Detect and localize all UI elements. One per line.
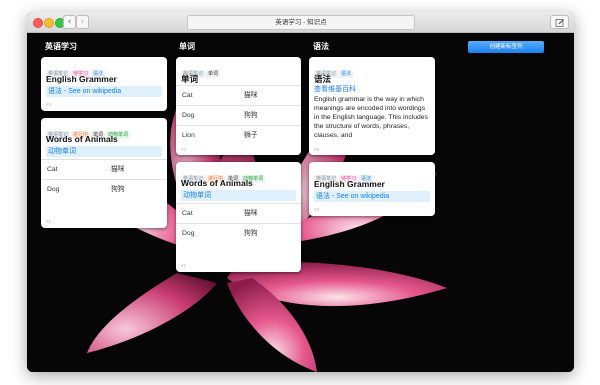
column-title-english-study: 英语学习 xyxy=(45,42,77,51)
translation-cell: 猫咪 xyxy=(244,210,258,217)
word-cell: Dog xyxy=(182,230,195,237)
table-row: Dog 狗狗 xyxy=(176,223,301,243)
card-words-of-animals[interactable]: 英语笔记 进行中 单词 动物单词 Words of Animals 动物单词 Cat … xyxy=(41,118,167,228)
card-subtitle-link[interactable]: 语法 - See on wikipedia xyxy=(46,86,162,97)
card-subtitle[interactable]: 动物单词 xyxy=(181,190,296,201)
card-id: #1 xyxy=(181,263,187,268)
board: 英语学习 单词 语法 创建新标签列 英语笔记 待学习 语法 English Gram… xyxy=(27,33,574,372)
card-english-grammar[interactable]: 英语笔记 待学习 语法 English Grammer 语法 - See on wi… xyxy=(309,162,435,216)
word-cell: Dog xyxy=(47,186,60,193)
card-title: 单词 xyxy=(181,74,199,84)
word-cell: Lion xyxy=(182,132,195,139)
card-grammar[interactable]: 英语笔记 语法 语法 查看维基百科 English grammar is the … xyxy=(309,57,435,155)
table-row: Lion 狮子 xyxy=(176,125,301,145)
translation-cell: 猫咪 xyxy=(244,92,258,99)
card-title: 语法 xyxy=(314,74,332,84)
card-subtitle[interactable]: 动物单词 xyxy=(46,146,162,157)
translation-cell: 狗狗 xyxy=(244,230,258,237)
card-title: English Grammer xyxy=(314,179,385,189)
card-words[interactable]: 英语笔记 单词 单词 Cat 猫咪 Dog 狗狗 Lion 狮子 #4 xyxy=(176,57,301,155)
table-row: Dog 狗狗 xyxy=(176,105,301,125)
card-words-of-animals[interactable]: 英语笔记 进行中 单词 动物单词 Words of Animals 动物单词 Cat … xyxy=(176,162,301,272)
tag-grammar[interactable]: 语法 xyxy=(339,70,354,78)
close-window-button[interactable] xyxy=(33,18,43,28)
table-row: Cat 猫咪 xyxy=(176,203,301,223)
card-title: Words of Animals xyxy=(181,178,253,188)
card-english-grammar[interactable]: 英语笔记 待学习 语法 English Grammer 语法 - See on wi… xyxy=(41,57,167,111)
card-id: #3 xyxy=(314,207,320,212)
card-body-text: English grammar is the way in which mean… xyxy=(314,96,428,139)
table-row: Dog 狗狗 xyxy=(41,179,167,199)
column-title-words: 单词 xyxy=(179,42,195,51)
tag-words[interactable]: 单词 xyxy=(206,70,221,78)
card-id: #1 xyxy=(46,219,52,224)
app-window: ‹ › 英语学习 - 知识点 英语学习 单词 语法 创建新标签列 英语笔记 待学… xyxy=(27,12,574,372)
column-title-grammar: 语法 xyxy=(313,42,329,51)
card-title: Words of Animals xyxy=(46,134,118,144)
wikipedia-link[interactable]: 查看维基百科 xyxy=(314,85,356,94)
translation-cell: 狗狗 xyxy=(244,112,258,119)
card-id: #4 xyxy=(181,147,187,152)
forward-icon[interactable]: › xyxy=(76,15,89,29)
card-id: #5 xyxy=(314,147,320,152)
word-cell: Cat xyxy=(47,166,58,173)
window-title: 英语学习 - 知识点 xyxy=(187,15,415,30)
edit-icon[interactable] xyxy=(550,15,569,29)
minimize-window-button[interactable] xyxy=(44,18,54,28)
table-row: Cat 猫咪 xyxy=(41,159,167,179)
back-icon[interactable]: ‹ xyxy=(63,15,76,29)
translation-cell: 狗狗 xyxy=(111,186,125,193)
create-new-column-button[interactable]: 创建新标签列 xyxy=(468,41,544,53)
card-id: #3 xyxy=(46,102,52,107)
translation-cell: 猫咪 xyxy=(111,166,125,173)
word-cell: Dog xyxy=(182,112,195,119)
table-row: Cat 猫咪 xyxy=(176,85,301,105)
translation-cell: 狮子 xyxy=(244,132,258,139)
card-subtitle-link[interactable]: 语法 - See on wikipedia xyxy=(314,191,430,202)
title-bar: ‹ › 英语学习 - 知识点 xyxy=(27,12,574,33)
word-cell: Cat xyxy=(182,92,193,99)
card-title: English Grammer xyxy=(46,74,117,84)
word-cell: Cat xyxy=(182,210,193,217)
